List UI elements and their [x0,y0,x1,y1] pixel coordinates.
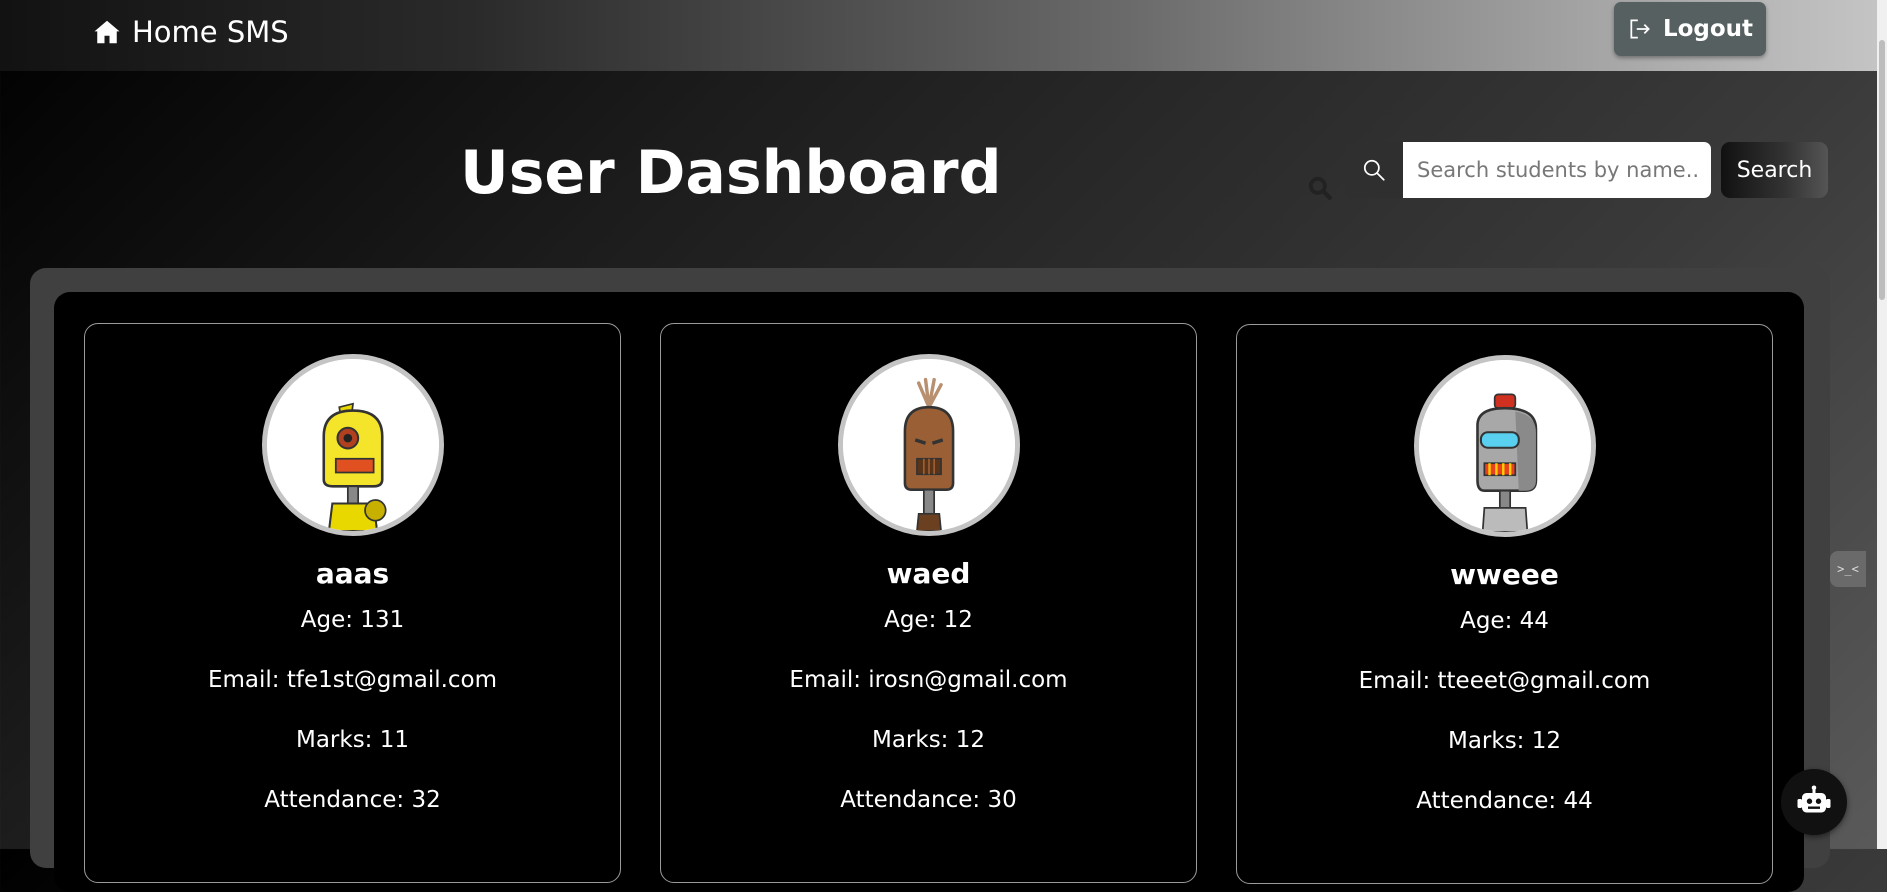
student-name: waed [886,557,971,590]
student-avatar [261,354,444,536]
scrollbar-thumb[interactable] [1879,40,1885,300]
search-input[interactable] [1403,142,1711,198]
student-email: Email: irosn@gmail.com [789,667,1068,693]
student-name: aaas [315,557,390,590]
search-icon [1363,159,1385,181]
brown-robot-avatar [842,359,1015,531]
gray-robot-avatar [1418,360,1591,532]
search-button[interactable]: Search [1721,142,1828,198]
search-icon [1308,176,1332,200]
side-widget-tab[interactable]: >_< [1830,551,1866,587]
student-avatar [837,354,1020,536]
student-card: waed Age: 12 Email: irosn@gmail.com Mark… [660,323,1197,883]
brand-link[interactable]: Home SMS [92,12,289,52]
robot-icon [1797,785,1831,813]
home-icon [94,20,120,44]
search-bar: Search [1345,142,1828,198]
logout-button[interactable]: Logout [1614,2,1766,56]
yellow-robot-avatar [266,359,439,531]
student-card: wweee Age: 44 Email: tteeet@gmail.com Ma… [1236,324,1773,884]
student-marks: Marks: 12 [1447,728,1562,754]
page-title: User Dashboard [460,138,1002,208]
student-name: wweee [1450,558,1559,591]
brand-label: Home SMS [132,15,289,49]
chatbot-button[interactable] [1781,769,1847,835]
student-email: Email: tfe1st@gmail.com [207,667,498,693]
search-addon [1345,142,1403,198]
student-attendance: Attendance: 32 [264,787,441,813]
student-marks: Marks: 12 [871,727,986,753]
student-avatar [1413,355,1596,537]
student-age: Age: 44 [1460,608,1549,634]
student-age: Age: 12 [884,607,973,633]
student-card: aaas Age: 131 Email: tfe1st@gmail.com Ma… [84,323,621,883]
student-age: Age: 131 [300,607,405,633]
student-email: Email: tteeet@gmail.com [1358,668,1651,694]
student-attendance: Attendance: 30 [840,787,1017,813]
student-marks: Marks: 11 [295,727,410,753]
side-widget-label: >_< [1837,562,1859,576]
student-attendance: Attendance: 44 [1416,788,1593,814]
navbar: Home SMS Logout [0,0,1877,71]
logout-label: Logout [1662,16,1754,42]
logout-icon [1630,19,1650,39]
